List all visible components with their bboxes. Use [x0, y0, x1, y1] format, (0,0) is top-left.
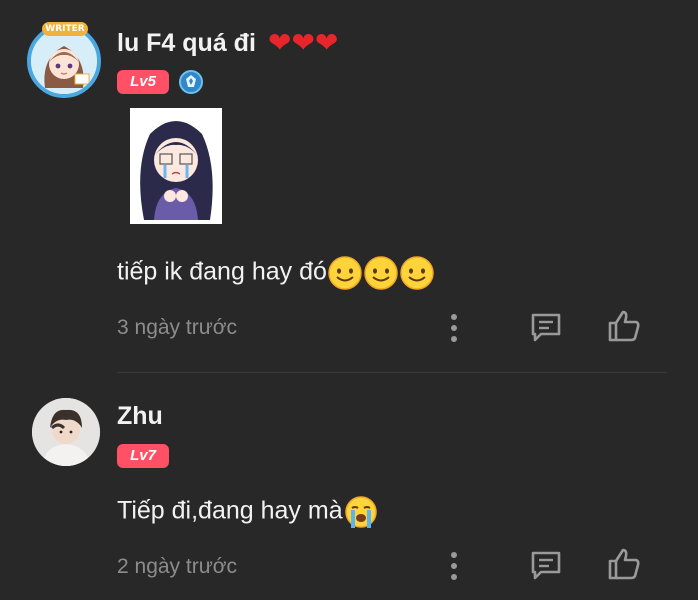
- reply-icon[interactable]: [529, 310, 563, 344]
- smiling-face-icon: [328, 256, 362, 290]
- comment-bubble-icon: [531, 313, 561, 342]
- verified-icon: [179, 70, 203, 94]
- comment-timestamp: 3 ngày trước: [117, 316, 238, 339]
- comment-bubble-icon: [531, 551, 561, 580]
- comment-text: tiếp ik đang hay đó: [117, 255, 435, 291]
- writer-badge: WRITER: [42, 22, 88, 36]
- avatar-photo-image: [32, 398, 100, 466]
- avatar-anime-girl-image: [31, 28, 97, 94]
- comment-divider: [117, 372, 667, 373]
- vertical-dots-icon: [451, 314, 457, 342]
- emoji-group: [327, 255, 435, 291]
- like-icon[interactable]: [607, 309, 641, 343]
- level-badge: Lv5: [117, 70, 169, 94]
- smiling-face-icon: [364, 256, 398, 290]
- comment-list: WRITER lu F4 quá đi ❤❤❤ Lv5 tiếp ik đang…: [0, 0, 698, 600]
- red-hearts: ❤❤❤: [268, 26, 339, 59]
- more-options-icon[interactable]: [437, 549, 471, 583]
- emoji-group: [343, 494, 379, 530]
- comment-body: Tiếp đi,đang hay mà: [117, 496, 343, 525]
- smiling-face-icon: [400, 256, 434, 290]
- thumbs-up-icon: [608, 310, 640, 342]
- sticker-image: [130, 108, 222, 224]
- reply-icon[interactable]: [529, 548, 563, 582]
- avatar[interactable]: [32, 398, 100, 466]
- crying-girl-sticker: [130, 108, 222, 224]
- like-icon[interactable]: [607, 547, 641, 581]
- loudly-crying-face-icon: [344, 496, 377, 528]
- shield-icon: [186, 75, 196, 87]
- more-options-icon[interactable]: [437, 311, 471, 345]
- level-badge: Lv7: [117, 444, 169, 468]
- thumbs-up-icon: [608, 548, 640, 580]
- username[interactable]: Zhu: [117, 402, 163, 431]
- comment-body: tiếp ik đang hay đó: [117, 257, 327, 286]
- comment-text: Tiếp đi,đang hay mà: [117, 494, 379, 530]
- username[interactable]: lu F4 quá đi: [117, 29, 256, 58]
- vertical-dots-icon: [451, 552, 457, 580]
- comment-timestamp: 2 ngày trước: [117, 555, 238, 578]
